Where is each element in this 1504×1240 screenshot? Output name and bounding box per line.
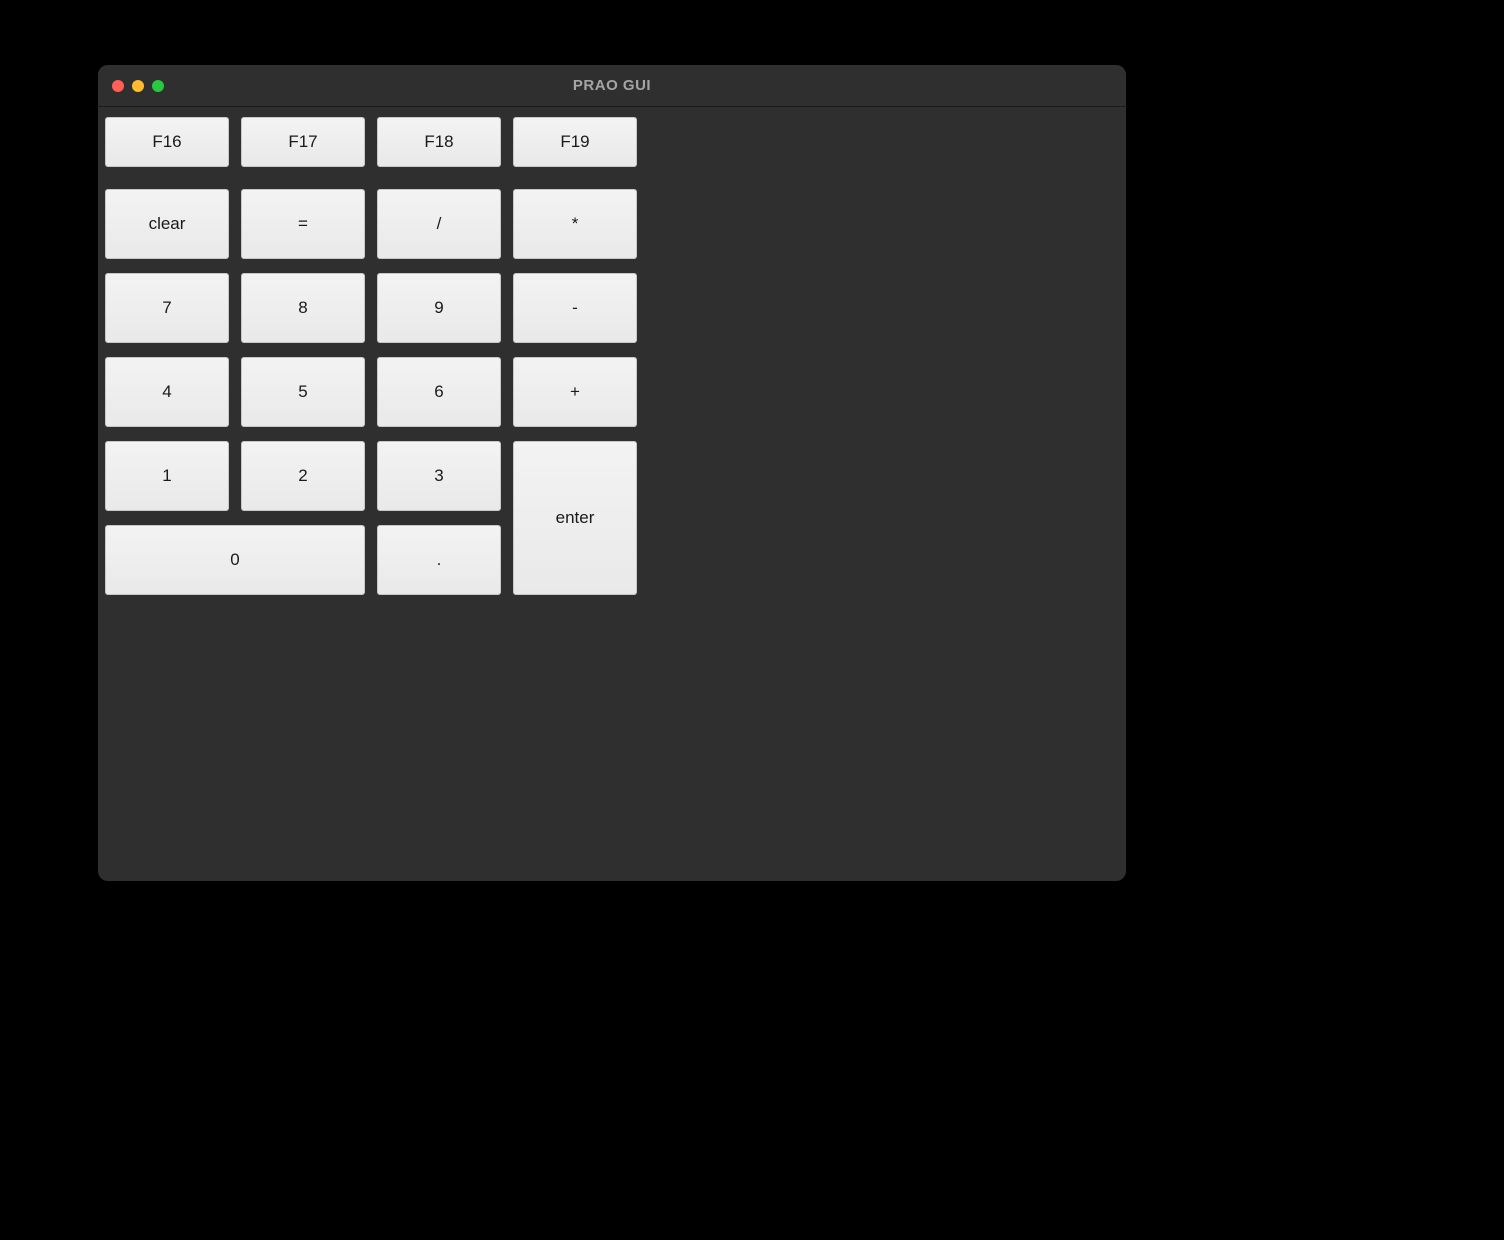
key-6[interactable]: 6 bbox=[377, 357, 501, 427]
app-window: PRAO GUI F16 F17 F18 F19 clear = / * 7 8… bbox=[98, 65, 1126, 881]
close-icon[interactable] bbox=[112, 80, 124, 92]
key-divide[interactable]: / bbox=[377, 189, 501, 259]
key-9[interactable]: 9 bbox=[377, 273, 501, 343]
key-f18[interactable]: F18 bbox=[377, 117, 501, 167]
key-dot[interactable]: . bbox=[377, 525, 501, 595]
key-3[interactable]: 3 bbox=[377, 441, 501, 511]
key-8[interactable]: 8 bbox=[241, 273, 365, 343]
key-clear[interactable]: clear bbox=[105, 189, 229, 259]
key-5[interactable]: 5 bbox=[241, 357, 365, 427]
traffic-lights bbox=[98, 80, 164, 92]
key-equals[interactable]: = bbox=[241, 189, 365, 259]
key-f19[interactable]: F19 bbox=[513, 117, 637, 167]
window-content: F16 F17 F18 F19 clear = / * 7 8 9 - 4 5 … bbox=[98, 107, 1126, 605]
window-title: PRAO GUI bbox=[98, 77, 1126, 94]
titlebar: PRAO GUI bbox=[98, 65, 1126, 107]
key-plus[interactable]: + bbox=[513, 357, 637, 427]
key-1[interactable]: 1 bbox=[105, 441, 229, 511]
key-4[interactable]: 4 bbox=[105, 357, 229, 427]
key-f17[interactable]: F17 bbox=[241, 117, 365, 167]
key-2[interactable]: 2 bbox=[241, 441, 365, 511]
minimize-icon[interactable] bbox=[132, 80, 144, 92]
maximize-icon[interactable] bbox=[152, 80, 164, 92]
key-minus[interactable]: - bbox=[513, 273, 637, 343]
key-0[interactable]: 0 bbox=[105, 525, 365, 595]
key-multiply[interactable]: * bbox=[513, 189, 637, 259]
numeric-keypad: clear = / * 7 8 9 - 4 5 6 + 1 2 3 enter … bbox=[105, 189, 1119, 595]
key-f16[interactable]: F16 bbox=[105, 117, 229, 167]
key-7[interactable]: 7 bbox=[105, 273, 229, 343]
key-enter[interactable]: enter bbox=[513, 441, 637, 595]
function-key-row: F16 F17 F18 F19 bbox=[105, 117, 1119, 167]
